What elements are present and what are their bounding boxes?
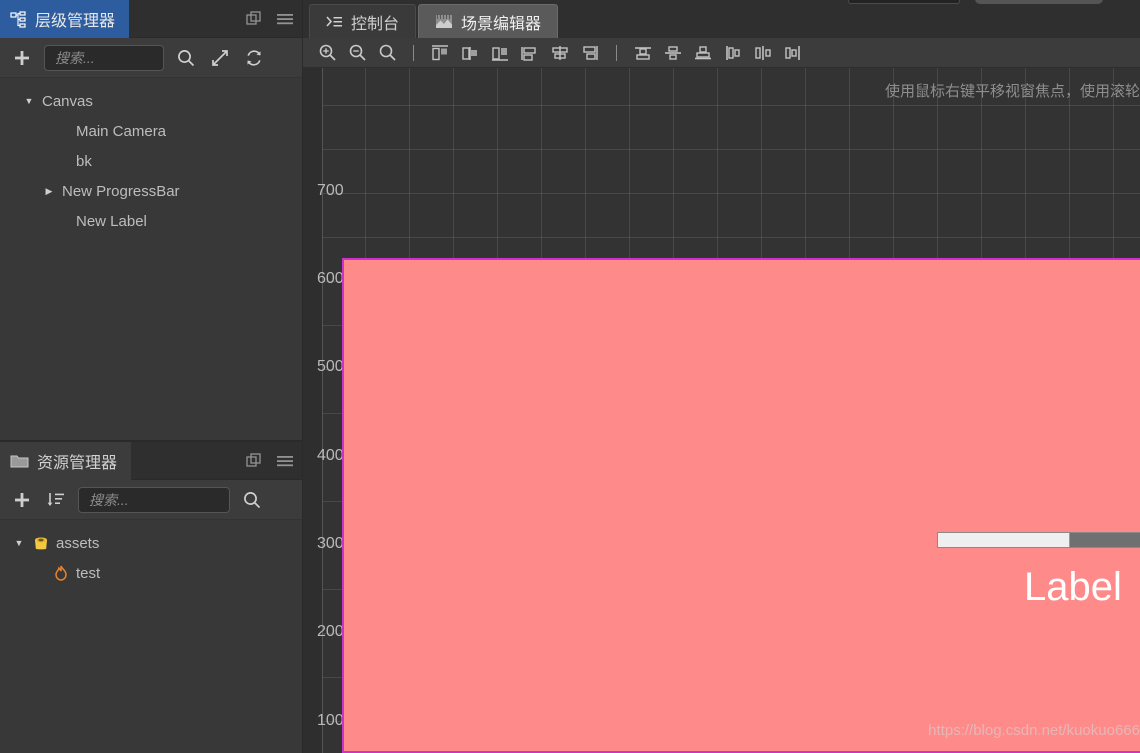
search-icon[interactable] xyxy=(240,488,264,512)
assets-search-input[interactable] xyxy=(87,490,221,509)
refresh-icon[interactable] xyxy=(242,46,266,70)
add-asset-button[interactable] xyxy=(10,488,34,512)
tab-hierarchy[interactable]: 层级管理器 xyxy=(0,0,130,38)
hierarchy-toolbar xyxy=(0,38,302,78)
progressbar-fill xyxy=(938,533,1070,547)
scene-canvas-node[interactable]: Label https://blog.csdn.net/kuokuo666 xyxy=(342,258,1140,753)
expand-icon[interactable] xyxy=(208,46,232,70)
scene-view[interactable]: 700 600 500 400 300 200 100 0 使用鼠标右键平移视窗… xyxy=(303,68,1140,753)
vertical-ruler[interactable] xyxy=(303,68,323,753)
tree-item-new-label[interactable]: New Label xyxy=(0,206,302,236)
align-horizontal-center-icon[interactable] xyxy=(458,42,482,64)
zoom-out-icon[interactable] xyxy=(345,42,369,64)
menu-icon[interactable] xyxy=(276,454,294,468)
hierarchy-search-input[interactable] xyxy=(53,48,155,67)
tree-item-label: bk xyxy=(76,152,92,170)
tree-item-label: assets xyxy=(56,534,100,552)
tab-hierarchy-label: 层级管理器 xyxy=(35,13,116,30)
panels-icon[interactable] xyxy=(246,11,262,27)
console-icon xyxy=(326,15,343,29)
toolbar-separator xyxy=(413,44,414,61)
chevron-down-icon[interactable]: ▼ xyxy=(22,94,36,108)
tab-console[interactable]: 控制台 xyxy=(309,4,417,38)
distribute-right-icon[interactable] xyxy=(781,42,805,64)
offscreen-input[interactable] xyxy=(848,0,960,4)
toolbar-separator xyxy=(616,44,617,61)
progressbar-widget[interactable] xyxy=(937,532,1140,548)
scene-toolbar xyxy=(303,38,1140,68)
tab-assets-label: 资源管理器 xyxy=(37,455,118,472)
ruler-label: 700 xyxy=(317,182,344,199)
ruler-label: 500 xyxy=(317,358,344,375)
distribute-vertical-center-icon[interactable] xyxy=(661,42,685,64)
twisty-placeholder xyxy=(56,154,70,168)
ruler-label: 200 xyxy=(317,623,344,640)
editor-window: 层级管理器 搜索... ▼ Canvas Main Camera bk ▶ Ne… xyxy=(0,0,1140,753)
hierarchy-panel-header: 层级管理器 xyxy=(0,0,302,38)
hierarchy-tree: ▼ Canvas Main Camera bk ▶ New ProgressBa… xyxy=(0,78,302,236)
scene-icon xyxy=(435,14,453,29)
assets-search-box[interactable] xyxy=(78,486,230,513)
tree-item-label: New Label xyxy=(76,212,147,230)
tree-item-canvas[interactable]: ▼ Canvas xyxy=(0,86,302,116)
tree-item-label: Main Camera xyxy=(76,122,167,140)
hierarchy-panel: 层级管理器 搜索... ▼ Canvas Main Camera bk ▶ Ne… xyxy=(0,0,303,440)
twisty-placeholder xyxy=(56,124,70,138)
hierarchy-search-box[interactable] xyxy=(44,44,164,71)
ruler-label: 300 xyxy=(317,535,344,552)
offscreen-button[interactable] xyxy=(975,0,1103,4)
tree-item-label: test xyxy=(76,564,101,582)
editor-tabstrip: 控制台 场景编辑器 xyxy=(303,0,1140,38)
assets-toolbar xyxy=(0,480,302,520)
tree-item-main-camera[interactable]: Main Camera xyxy=(0,116,302,146)
tab-scene-editor-label: 场景编辑器 xyxy=(461,15,542,33)
ruler-label: 100 xyxy=(317,712,344,729)
folder-icon xyxy=(10,453,29,469)
distribute-top-icon[interactable] xyxy=(631,42,655,64)
align-top-icon[interactable] xyxy=(518,42,542,64)
tree-item-new-progressbar[interactable]: ▶ New ProgressBar xyxy=(0,176,302,206)
editor-column: 控制台 场景编辑器 700 600 500 400 300 200 100 使用… xyxy=(303,0,1140,753)
zoom-in-icon[interactable] xyxy=(315,42,339,64)
fire-scene-icon xyxy=(52,564,70,582)
chevron-down-icon[interactable]: ▼ xyxy=(12,536,26,550)
watermark: https://blog.csdn.net/kuokuo666 xyxy=(928,722,1140,739)
add-node-button[interactable] xyxy=(10,46,34,70)
zoom-reset-icon[interactable] xyxy=(375,42,399,64)
align-left-icon[interactable] xyxy=(428,42,452,64)
align-bottom-icon[interactable] xyxy=(578,42,602,64)
hierarchy-icon xyxy=(10,10,27,28)
twisty-placeholder xyxy=(56,214,70,228)
tree-item-label: Canvas xyxy=(42,92,93,110)
tree-item-label: New ProgressBar xyxy=(62,182,180,200)
hierarchy-header-icons xyxy=(246,0,294,38)
assets-folder-icon xyxy=(32,534,50,552)
menu-icon[interactable] xyxy=(276,12,294,26)
left-column: 层级管理器 搜索... ▼ Canvas Main Camera bk ▶ Ne… xyxy=(0,0,303,753)
align-vertical-center-icon[interactable] xyxy=(548,42,572,64)
editor-tabs: 控制台 场景编辑器 xyxy=(303,4,559,38)
assets-tree: ▼ assets test xyxy=(0,520,302,588)
sort-icon[interactable] xyxy=(44,488,68,512)
align-right-icon[interactable] xyxy=(488,42,512,64)
ruler-label: 600 xyxy=(317,270,344,287)
assets-panel-header: 资源管理器 xyxy=(0,442,302,480)
distribute-left-icon[interactable] xyxy=(721,42,745,64)
tree-item-bk[interactable]: bk xyxy=(0,146,302,176)
tab-assets[interactable]: 资源管理器 xyxy=(0,442,132,480)
panels-icon[interactable] xyxy=(246,453,262,469)
tab-scene-editor[interactable]: 场景编辑器 xyxy=(418,4,559,38)
search-icon[interactable] xyxy=(174,46,198,70)
label-widget[interactable]: Label xyxy=(1024,567,1122,607)
distribute-horizontal-center-icon[interactable] xyxy=(751,42,775,64)
assets-panel: 资源管理器 搜索... ▼ assets test xyxy=(0,440,303,753)
distribute-bottom-icon[interactable] xyxy=(691,42,715,64)
tab-console-label: 控制台 xyxy=(351,15,400,33)
assets-header-icons xyxy=(246,442,294,480)
ruler-label: 400 xyxy=(317,447,344,464)
chevron-right-icon[interactable]: ▶ xyxy=(42,184,56,198)
tree-item-assets[interactable]: ▼ assets xyxy=(0,528,302,558)
tree-item-test[interactable]: test xyxy=(0,558,302,588)
